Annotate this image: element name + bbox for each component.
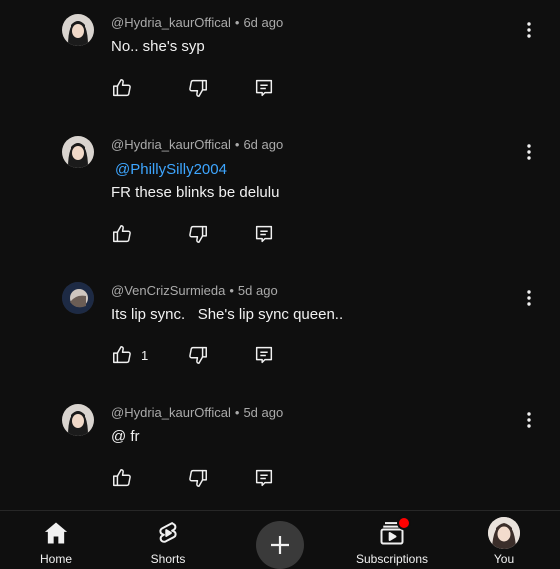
reply-icon	[255, 225, 273, 243]
avatar	[488, 517, 520, 549]
avatar[interactable]	[62, 14, 94, 46]
comment-actions	[111, 77, 311, 101]
plus-icon	[271, 536, 289, 554]
comment-time: 6d ago	[243, 15, 284, 30]
dislike-button[interactable]	[187, 467, 209, 489]
avatar[interactable]	[62, 404, 94, 436]
home-icon	[44, 522, 68, 544]
reply-button[interactable]	[253, 223, 275, 245]
thumb-down-icon	[189, 469, 207, 487]
thumb-down-icon	[189, 346, 207, 364]
nav-home[interactable]: Home	[11, 511, 101, 566]
comment-author[interactable]: @Hydria_kaurOffical	[111, 15, 231, 30]
meta-separator: •	[234, 15, 240, 30]
more-options-button[interactable]	[519, 142, 539, 162]
more-vert-icon	[527, 144, 531, 160]
thumb-up-icon	[113, 79, 131, 97]
comment-mention[interactable]: @PhillySilly2004	[115, 161, 227, 178]
thumb-down-icon	[189, 79, 207, 97]
meta-separator: •	[234, 405, 240, 420]
thumb-up-icon	[113, 346, 131, 364]
comment-meta: @Hydria_kaurOffical • 5d ago	[111, 405, 283, 420]
meta-separator: •	[229, 283, 234, 298]
more-vert-icon	[527, 412, 531, 428]
reply-button[interactable]	[253, 344, 275, 366]
shorts-icon	[159, 522, 177, 543]
thumb-up-icon	[113, 469, 131, 487]
thumb-up-icon	[113, 225, 131, 243]
more-vert-icon	[527, 290, 531, 306]
comment-meta: @Hydria_kaurOffical • 6d ago	[111, 15, 283, 30]
comment-time: 5d ago	[243, 405, 284, 420]
nav-shorts-label: Shorts	[150, 552, 186, 566]
comment-actions	[111, 467, 311, 491]
reply-button[interactable]	[253, 77, 275, 99]
avatar[interactable]	[62, 282, 94, 314]
comment-meta: @Hydria_kaurOffical • 6d ago	[111, 137, 283, 152]
comment-text: No.. she's syp	[111, 38, 205, 55]
avatar[interactable]	[62, 136, 94, 168]
comment-meta: @VenCrizSurmieda • 5d ago	[111, 283, 278, 298]
nav-you-label: You	[493, 552, 515, 566]
comment-author[interactable]: @Hydria_kaurOffical	[111, 405, 231, 420]
more-vert-icon	[527, 22, 531, 38]
like-button[interactable]: 1	[111, 344, 148, 366]
comment-time: 5d ago	[237, 283, 278, 298]
comment-time: 6d ago	[243, 137, 284, 152]
reply-icon	[255, 346, 273, 364]
reply-icon	[255, 469, 273, 487]
nav-home-label: Home	[39, 552, 72, 566]
comment-text: FR these blinks be delulu	[111, 184, 280, 201]
nav-subscriptions[interactable]: Subscriptions	[347, 511, 437, 566]
more-options-button[interactable]	[519, 410, 539, 430]
more-options-button[interactable]	[519, 20, 539, 40]
comment-author[interactable]: @VenCrizSurmieda	[111, 283, 225, 298]
nav-shorts[interactable]: Shorts	[123, 511, 213, 566]
like-count: 1	[141, 347, 149, 363]
like-button[interactable]	[111, 77, 133, 99]
notification-dot	[397, 516, 411, 530]
reply-button[interactable]	[253, 467, 275, 489]
more-options-button[interactable]	[519, 288, 539, 308]
bottom-nav: Home Shorts Subscriptions You	[0, 510, 560, 569]
nav-you[interactable]: You	[459, 511, 549, 566]
dislike-button[interactable]	[187, 344, 209, 366]
comment-actions	[111, 223, 311, 247]
like-button[interactable]	[111, 467, 133, 489]
dislike-button[interactable]	[187, 223, 209, 245]
comment-text: @ fr	[111, 428, 140, 445]
comment-text: Its lip sync. She's lip sync queen..	[111, 306, 344, 323]
like-button[interactable]	[111, 223, 133, 245]
reply-icon	[255, 79, 273, 97]
comment-author[interactable]: @Hydria_kaurOffical	[111, 137, 231, 152]
create-button[interactable]	[256, 521, 304, 569]
comment-actions: 1	[111, 344, 311, 368]
dislike-button[interactable]	[187, 77, 209, 99]
nav-subscriptions-label: Subscriptions	[355, 552, 429, 566]
thumb-down-icon	[189, 225, 207, 243]
meta-separator: •	[234, 137, 240, 152]
